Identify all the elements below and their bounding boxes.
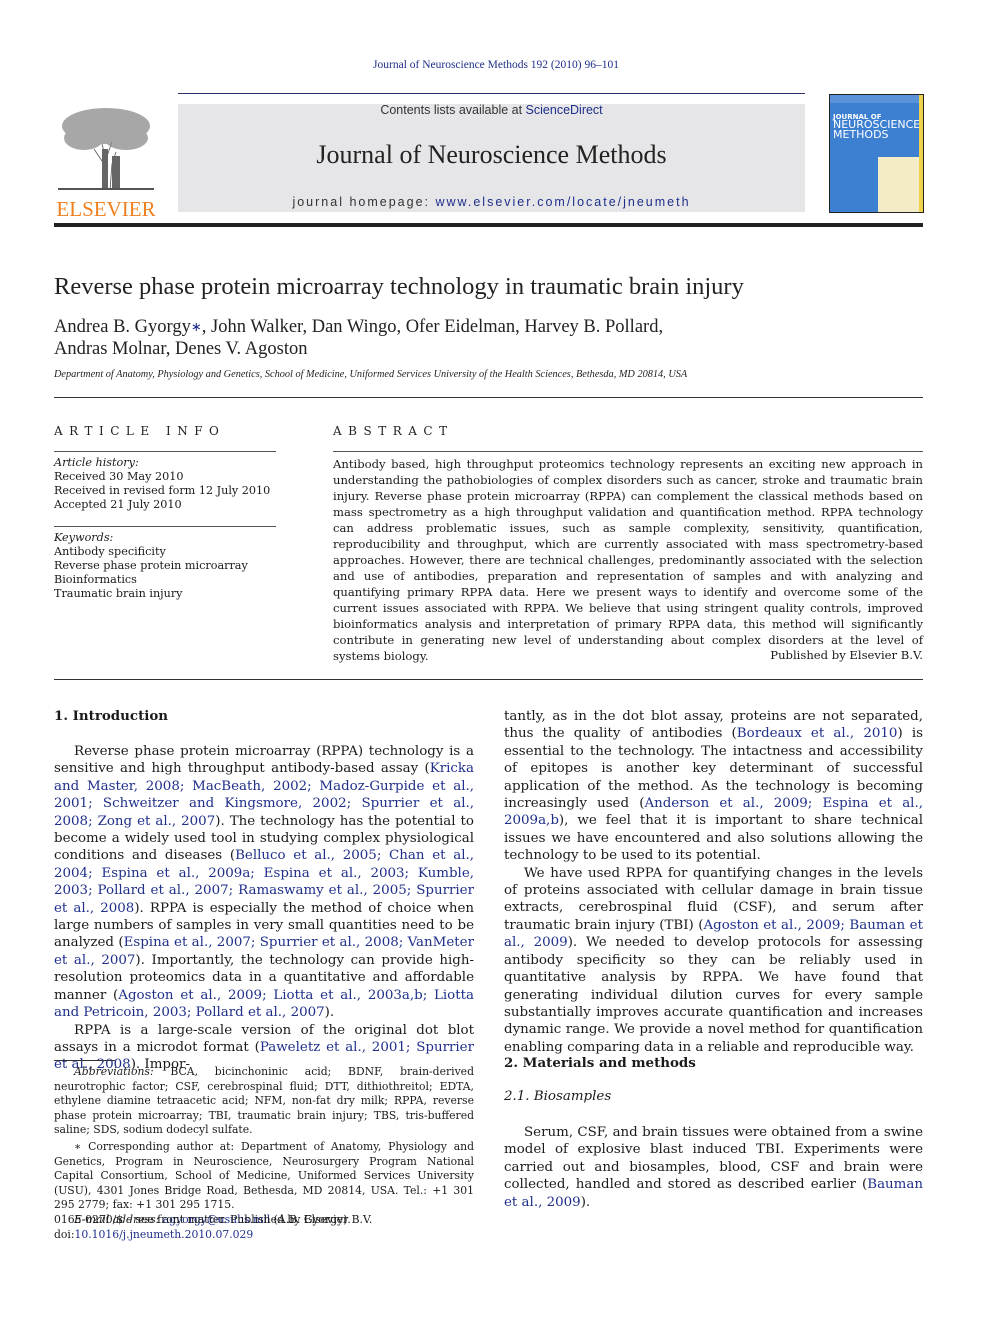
journal-cover-image[interactable]: JOURNAL OF NEUROSCIENCE METHODS [829,94,924,213]
article-info-heading: ARTICLE INFO [54,424,226,438]
footnotes: Abbreviations: BCA, bicinchoninic acid; … [54,1065,474,1228]
citation-link[interactable]: Bauman et al., 2009 [504,1177,923,1209]
homepage-link[interactable]: www.elsevier.com/locate/jneumeth [435,195,690,209]
cover-band [830,95,923,103]
authors-rest-line1: , John Walker, Dan Wingo, Ofer Eidelman,… [201,317,664,337]
affiliation: Department of Anatomy, Physiology and Ge… [54,369,688,380]
corresponding-author-mark[interactable]: ∗ [191,319,202,334]
homepage-line: journal homepage: www.elsevier.com/locat… [178,195,805,209]
cover-edge [919,95,923,212]
running-head: Journal of Neuroscience Methods 192 (201… [373,59,619,71]
section-heading-introduction: 1. Introduction [54,708,169,724]
front-matter-rule [54,679,923,680]
abstract-publisher-note: Published by Elsevier B.V. [770,648,923,662]
abstract-text: Antibody based, high throughput proteomi… [333,457,923,663]
front-matter-info: 0165-0270/$ – see front matter. Publishe… [54,1212,474,1242]
section-heading-methods: 2. Materials and methods [504,1055,696,1071]
history-label: Article history: [54,456,139,469]
paragraph: tantly, as in the dot blot assay, protei… [504,709,924,864]
corresponding-author-footnote: ∗ Corresponding author at: Department of… [54,1139,474,1212]
keywords-rule [54,526,276,527]
citation-link[interactable]: Bordeaux et al., 2010 [737,726,898,741]
history-revised: Received in revised form 12 July 2010 [54,484,271,497]
cover-title-line3: METHODS [833,128,889,141]
elsevier-tree-icon [58,108,154,191]
keywords: Keywords: Antibody specificity Reverse p… [54,531,279,601]
paragraph: Serum, CSF, and brain tissues were obtai… [504,1125,923,1210]
keyword-item: Bioinformatics [54,573,137,586]
affiliation-rule [54,397,923,398]
article-history: Article history: Received 30 May 2010 Re… [54,456,279,512]
elsevier-logo[interactable]: ELSEVIER [54,104,158,220]
abbreviations-label: Abbreviations: [74,1065,154,1078]
keyword-item: Antibody specificity [54,545,166,558]
doi-prefix: doi: [54,1228,75,1241]
cover-title: NEUROSCIENCE METHODS [833,119,920,141]
issn-line: 0165-0270/$ – see front matter. Publishe… [54,1213,373,1226]
citation-link[interactable]: Agoston et al., 2009; Liotta et al., 200… [54,988,474,1020]
citation-link[interactable]: Espina et al., 2007; Spurrier et al., 20… [54,935,474,967]
introduction-column-1: Reverse phase protein microarray (RPPA) … [54,743,474,1074]
authors-line2: Andras Molnar, Denes V. Agoston [54,339,308,359]
keyword-item: Reverse phase protein microarray [54,559,248,572]
footnote-rule [54,1060,115,1061]
journal-name: Journal of Neuroscience Methods [316,140,667,169]
article-title: Reverse phase protein microarray technol… [54,273,744,300]
keyword-item: Traumatic brain injury [54,587,183,600]
sciencedirect-link[interactable]: ScienceDirect [526,103,603,117]
contents-line: Contents lists available at ScienceDirec… [178,103,805,117]
elsevier-wordmark: ELSEVIER [56,197,156,221]
citation-link[interactable]: Kricka and Master, 2008; MacBeath, 2002;… [54,761,474,828]
author-gyorgy: Andrea B. Gyorgy [54,317,191,337]
homepage-prefix: journal homepage: [292,195,436,209]
abstract-rule [333,451,923,452]
top-rule [178,93,805,94]
biosamples-text: Serum, CSF, and brain tissues were obtai… [504,1124,923,1211]
masthead-thick-rule [54,223,923,227]
doi-link[interactable]: 10.1016/j.jneumeth.2010.07.029 [75,1228,254,1241]
introduction-column-2: tantly, as in the dot blot assay, protei… [504,708,923,1056]
subsection-heading-biosamples: 2.1. Biosamples [504,1089,612,1104]
contents-prefix: Contents lists available at [380,103,526,117]
history-received: Received 30 May 2010 [54,470,184,483]
article-info-rule [54,451,276,452]
citation-link[interactable]: Agoston et al., 2009; Bauman et al., 200… [504,918,923,950]
doi-line: doi:10.1016/j.jneumeth.2010.07.029 [54,1227,474,1242]
paragraph: We have used RPPA for quantifying change… [504,865,923,1055]
citation-link[interactable]: Anderson et al., 2009; Espina et al., 20… [504,796,923,828]
keywords-label: Keywords: [54,531,114,544]
author-list: Andrea B. Gyorgy∗, John Walker, Dan Wing… [54,316,794,360]
history-accepted: Accepted 21 July 2010 [54,498,182,511]
citation-link[interactable]: Belluco et al., 2005; Chan et al., 2004;… [54,848,474,915]
cover-panel [878,157,923,212]
abbreviations-footnote: Abbreviations: BCA, bicinchoninic acid; … [54,1065,474,1138]
paragraph: Reverse phase protein microarray (RPPA) … [54,744,474,1021]
abstract-heading: ABSTRACT [333,424,454,438]
